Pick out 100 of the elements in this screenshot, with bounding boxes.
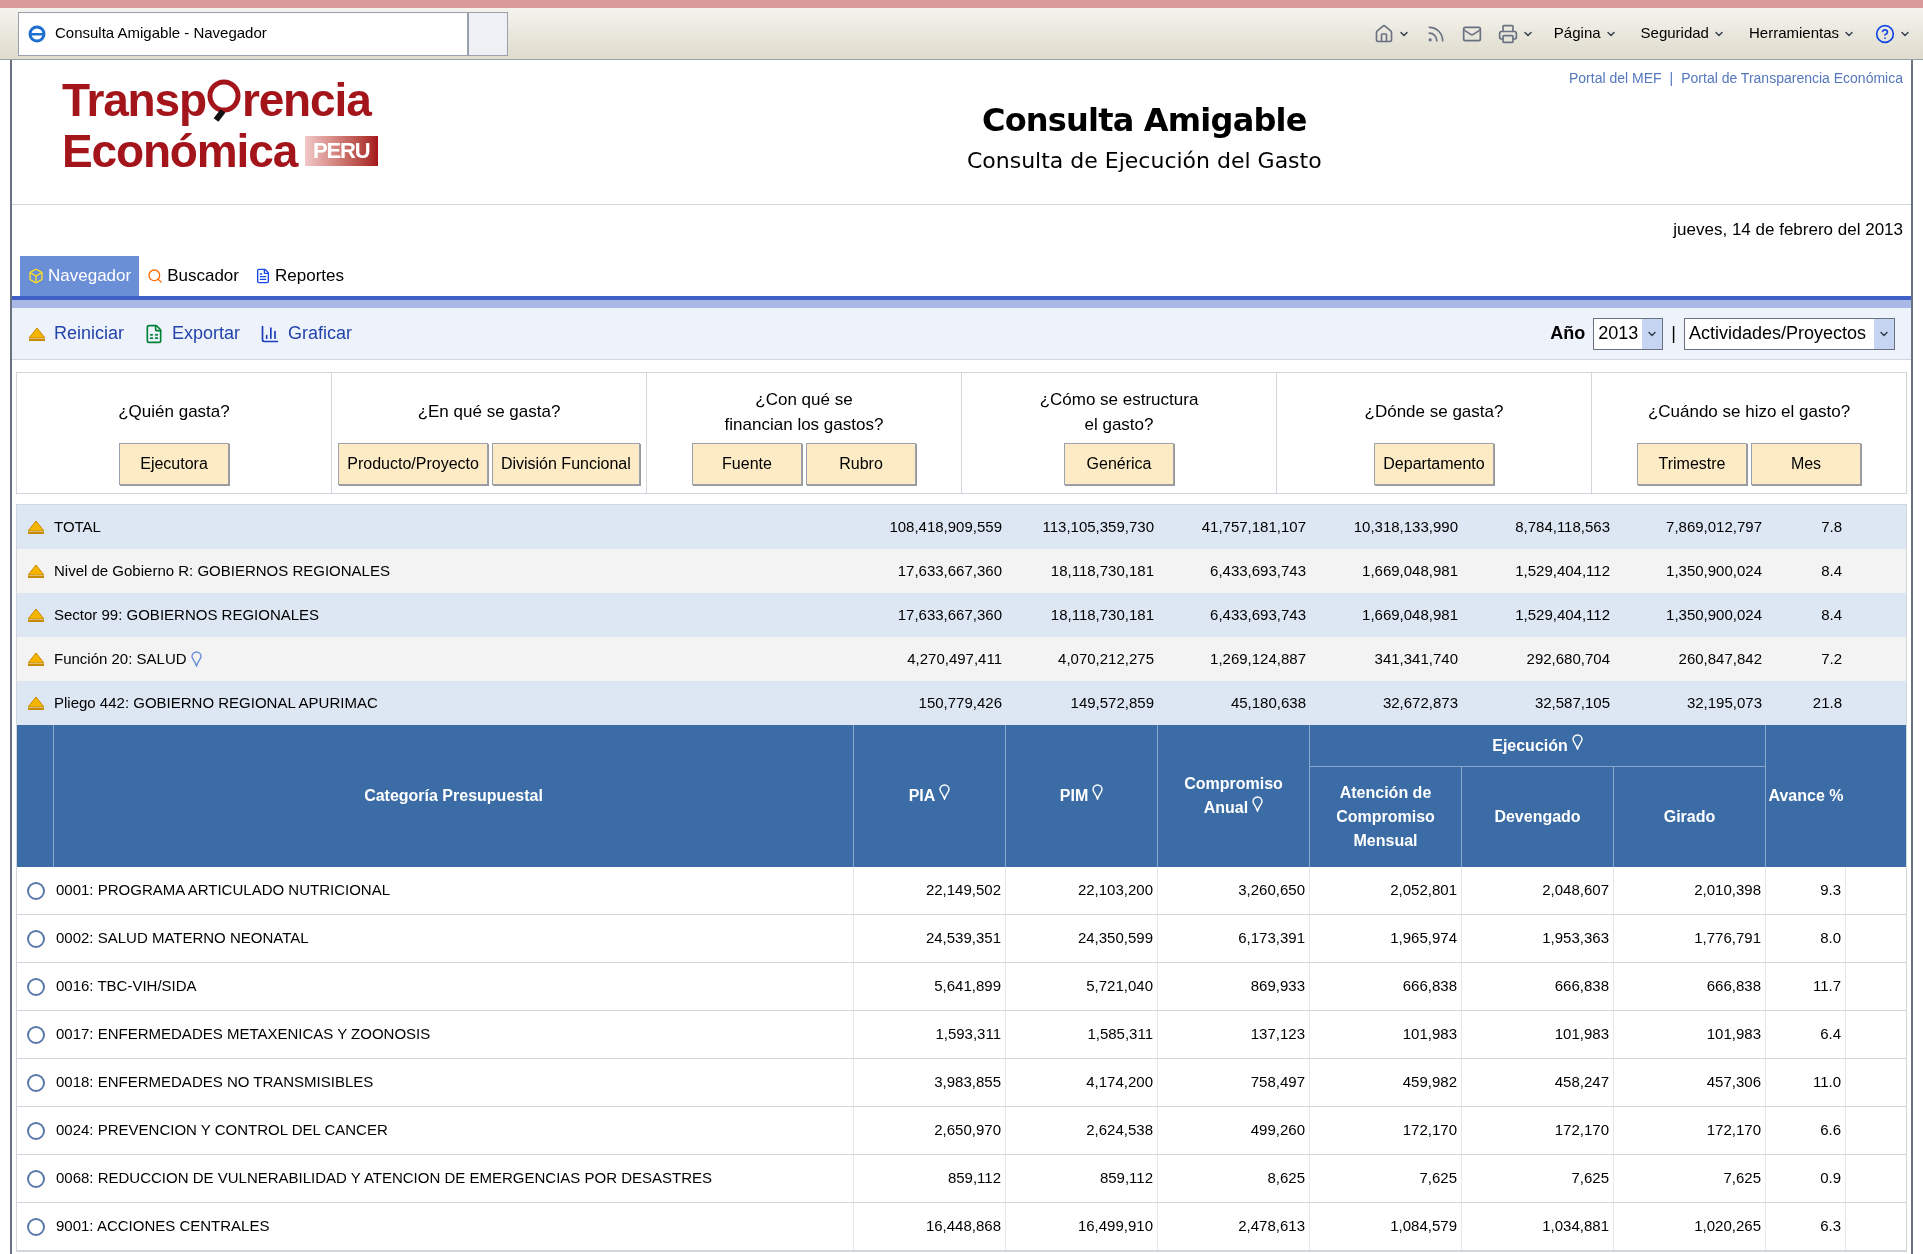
table-cell: 6.4: [1766, 1011, 1846, 1058]
summary-value: 7.8: [1820, 516, 1843, 537]
info-pin-icon: [939, 784, 951, 800]
filter-question: ¿En qué se gasta?: [417, 401, 561, 424]
radio-button[interactable]: [26, 977, 45, 996]
table-cell: 0001: PROGRAMA ARTICULADO NUTRICIONAL: [54, 867, 854, 914]
column-header: Devengado: [1494, 807, 1581, 827]
table-cell: 137,123: [1158, 1011, 1310, 1058]
filter-button[interactable]: Departamento: [1374, 443, 1494, 485]
table-cell: 859,112: [1006, 1155, 1158, 1202]
table-cell: 459,982: [1310, 1059, 1462, 1106]
radio-button[interactable]: [26, 1217, 45, 1236]
table-cell: 0068: REDUCCION DE VULNERABILIDAD Y ATENCION DE EMERGENCIAS POR DESASTRES: [54, 1155, 854, 1202]
table-cell: 24,539,351: [854, 915, 1006, 962]
table-cell: 859,112: [854, 1155, 1006, 1202]
info-pin-icon: [190, 651, 202, 667]
filter-question: ¿Quién gasta?: [118, 401, 230, 424]
summary-value: 1,669,048,981: [1361, 560, 1459, 581]
new-tab-button[interactable]: [468, 11, 508, 56]
table-cell: 0017: ENFERMEDADES METAXENICAS Y ZOONOSIS: [54, 1011, 854, 1058]
column-header: Avance %: [1768, 786, 1844, 806]
table-cell: 7,625: [1614, 1155, 1766, 1202]
table-cell: 4,174,200: [1006, 1059, 1158, 1106]
radio-button[interactable]: [26, 1073, 45, 1092]
table-cell: 172,170: [1462, 1107, 1614, 1154]
info-pin-icon: [1092, 784, 1104, 800]
table-cell: 2,478,613: [1158, 1203, 1310, 1250]
filter-button[interactable]: Ejecutora: [119, 443, 229, 485]
filter-button[interactable]: Producto/Proyecto: [338, 443, 488, 485]
filter-button[interactable]: División Funcional: [491, 443, 640, 485]
page-title: Consulta Amigable: [981, 99, 1307, 141]
browser-logo-icon: [27, 23, 47, 44]
table-cell: 16,499,910: [1006, 1203, 1158, 1250]
home-icon[interactable]: [1373, 23, 1394, 44]
table-cell: 172,170: [1614, 1107, 1766, 1154]
table-cell: 24,350,599: [1006, 915, 1158, 962]
site-logo: Transp rencia Económica PERU: [62, 75, 378, 177]
browser-tab[interactable]: Consulta Amigable - Navegador: [18, 11, 468, 56]
browser-menu-button[interactable]: Seguridad: [1636, 22, 1729, 45]
summary-label: Función 20: SALUD: [54, 647, 854, 671]
level-up-icon[interactable]: [26, 564, 45, 578]
filter-button[interactable]: Fuente: [692, 443, 802, 485]
level-up-icon[interactable]: [26, 520, 45, 534]
summary-value: 6,433,693,743: [1209, 604, 1307, 625]
column-group-header: Ejecución: [1492, 733, 1583, 758]
search-icon: [147, 268, 164, 284]
column-header: PIM: [1059, 784, 1104, 808]
level-up-icon[interactable]: [26, 608, 45, 622]
table-cell: 1,034,881: [1462, 1203, 1614, 1250]
printer-icon[interactable]: [1497, 23, 1518, 44]
browser-menu-button[interactable]: Herramientas: [1744, 22, 1859, 45]
nav-tab[interactable]: Buscador: [139, 256, 247, 296]
toolbar-action[interactable]: Exportar: [144, 320, 241, 347]
toolbar-action[interactable]: Graficar: [260, 320, 353, 347]
help-icon[interactable]: [1875, 23, 1895, 44]
summary-label: Pliego 442: GOBIERNO REGIONAL APURIMAC: [54, 692, 379, 713]
scope-select[interactable]: Actividades/Proyectos: [1683, 317, 1895, 350]
table-cell: 3,983,855: [854, 1059, 1006, 1106]
filter-button[interactable]: Mes: [1751, 443, 1861, 485]
radio-button[interactable]: [26, 1121, 45, 1140]
table-cell: 9001: ACCIONES CENTRALES: [54, 1203, 854, 1250]
level-up-icon[interactable]: [28, 326, 46, 341]
link-separator: |: [1669, 69, 1674, 88]
summary-label: Nivel de Gobierno R: GOBIERNOS REGIONALES: [54, 560, 391, 581]
summary-value: 7.2: [1820, 648, 1843, 669]
table-cell: 499,260: [1158, 1107, 1310, 1154]
summary-value: 1,350,900,024: [1665, 604, 1763, 625]
table-cell: 1,953,363: [1462, 915, 1614, 962]
browser-menu-button[interactable]: Página: [1549, 22, 1621, 45]
table-cell: 5,641,899: [854, 963, 1006, 1010]
filter-button[interactable]: Trimestre: [1637, 443, 1747, 485]
header-link[interactable]: Portal de Transparencia Económica: [1681, 68, 1903, 89]
table-cell: 0018: ENFERMEDADES NO TRANSMISIBLES: [54, 1059, 854, 1106]
level-up-icon[interactable]: [26, 652, 45, 666]
table-cell: 101,983: [1462, 1011, 1614, 1058]
table-cell: 101,983: [1614, 1011, 1766, 1058]
table-cell: 8,625: [1158, 1155, 1310, 1202]
table-cell: 458,247: [1462, 1059, 1614, 1106]
header-link[interactable]: Portal del MEF: [1568, 68, 1662, 89]
summary-value: 41,757,181,107: [1200, 516, 1307, 537]
nav-tab[interactable]: Reportes: [247, 256, 352, 296]
radio-button[interactable]: [26, 1025, 45, 1044]
radio-button[interactable]: [26, 929, 45, 948]
table-cell: 666,838: [1462, 963, 1614, 1010]
table-cell: 22,149,502: [854, 867, 1006, 914]
table-cell: 2,010,398: [1614, 867, 1766, 914]
filter-button[interactable]: Rubro: [806, 443, 916, 485]
filter-button[interactable]: Genérica: [1064, 443, 1174, 485]
table-cell: 6.3: [1766, 1203, 1846, 1250]
year-select[interactable]: 2013: [1593, 317, 1664, 350]
column-header: Atención de Compromiso Mensual: [1335, 783, 1436, 851]
radio-button[interactable]: [26, 881, 45, 900]
table-cell: 16,448,868: [854, 1203, 1006, 1250]
table-cell: 9.3: [1766, 867, 1846, 914]
level-up-icon[interactable]: [26, 696, 45, 710]
radio-button[interactable]: [26, 1169, 45, 1188]
bar-chart-icon: [260, 323, 281, 344]
toolbar-action[interactable]: Reiniciar: [28, 320, 125, 347]
table-cell: 6.6: [1766, 1107, 1846, 1154]
table-cell: 1,084,579: [1310, 1203, 1462, 1250]
